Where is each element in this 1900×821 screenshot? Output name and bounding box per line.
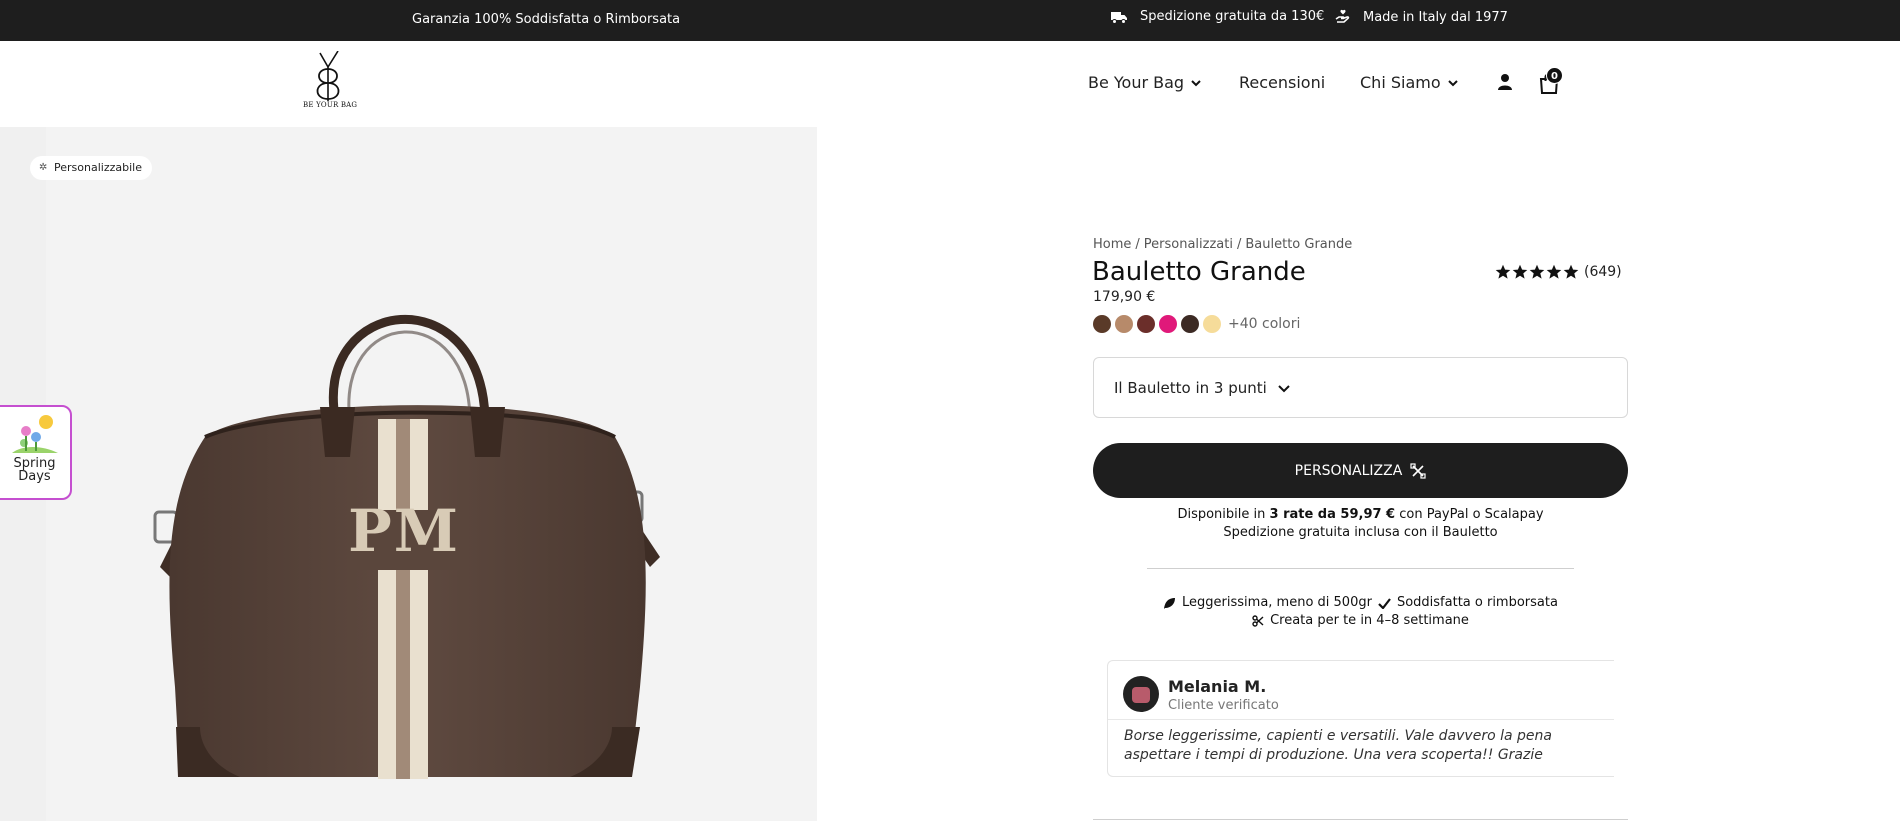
scissors-icon	[1252, 615, 1264, 627]
product-gallery[interactable]: ✲ Personalizzabile PM Spring Days	[0, 127, 817, 821]
color-swatch[interactable]	[1203, 315, 1221, 333]
breadcrumb-current: Bauletto Grande	[1245, 237, 1353, 252]
shipping-included: Spedizione gratuita inclusa con il Baule…	[1223, 525, 1498, 540]
review-separator	[1108, 719, 1614, 720]
breadcrumb-category[interactable]: Personalizzati	[1144, 237, 1233, 252]
tools-icon	[1410, 462, 1426, 479]
product-features: Leggerissima, meno di 500gr Soddisfatta …	[1093, 594, 1628, 630]
variant-select-value: Il Bauletto in 3 punti	[1114, 379, 1267, 397]
product-price: 179,90 €	[1093, 289, 1156, 305]
logo-text: BE YOUR BAG	[303, 101, 358, 109]
avatar	[1123, 676, 1159, 712]
feature-satisfaction: Soddisfatta o rimborsata	[1378, 594, 1558, 612]
rating-count: (649)	[1584, 264, 1622, 280]
reviewer-name: Melania M.	[1168, 677, 1267, 696]
shipping-notice: Spedizione gratuita da 130€	[1110, 9, 1324, 24]
breadcrumb-separator: /	[1236, 237, 1242, 252]
color-swatch[interactable]	[1137, 315, 1155, 333]
divider	[1147, 568, 1574, 569]
product-rating[interactable]: (649)	[1495, 264, 1622, 280]
color-swatch[interactable]	[1181, 315, 1199, 333]
hand-heart-icon	[1335, 9, 1350, 23]
feature-made-for-you-text: Creata per te in 4–8 settimane	[1270, 613, 1469, 628]
color-swatch[interactable]	[1159, 315, 1177, 333]
leaf-icon	[1164, 597, 1176, 609]
announcement-bar: Garanzia 100% Soddisfatta o Rimborsata S…	[0, 0, 1900, 41]
flowers-icon	[11, 415, 58, 453]
nav-recensioni-label: Recensioni	[1239, 73, 1326, 92]
review-card: Melania M. Cliente verificato Borse legg…	[1107, 660, 1614, 777]
nav-be-your-bag[interactable]: Be Your Bag	[1088, 73, 1202, 92]
breadcrumb-separator: /	[1135, 237, 1140, 252]
product-image	[153, 314, 660, 779]
star-icon	[1512, 264, 1528, 279]
truck-icon	[1111, 11, 1127, 24]
chevron-down-icon	[1447, 79, 1458, 86]
color-swatch[interactable]	[1115, 315, 1133, 333]
divider	[1093, 819, 1628, 820]
feature-satisfaction-text: Soddisfatta o rimborsata	[1396, 595, 1558, 610]
star-icon	[1563, 264, 1579, 279]
star-icon	[1495, 264, 1511, 279]
chevron-down-icon	[1278, 384, 1290, 392]
more-colors-link[interactable]: +40 colori	[1228, 316, 1300, 332]
review-text: Borse leggerissime, capienti e versatili…	[1124, 728, 1552, 763]
feature-lightweight-text: Leggerissima, meno di 500gr	[1182, 595, 1372, 610]
user-icon[interactable]	[1497, 73, 1513, 91]
spring-days-line2: Days	[18, 469, 51, 484]
color-swatch[interactable]	[1093, 315, 1111, 333]
guarantee-text: Garanzia 100% Soddisfatta o Rimborsata	[412, 12, 681, 27]
site-header: BE YOUR BAG Be Your Bag Recensioni Chi S…	[0, 41, 1900, 127]
installments-suffix: con PayPal o Scalapay	[1395, 507, 1544, 522]
star-icon	[1529, 264, 1545, 279]
installments-amount: 3 rate da 59,97 €	[1269, 507, 1396, 522]
made-in-italy-notice: Made in Italy dal 1977	[1335, 9, 1508, 25]
payment-info: Disponibile in 3 rate da 59,97 € con Pay…	[1093, 506, 1628, 542]
star-icon	[1546, 264, 1562, 279]
nav-chi-siamo[interactable]: Chi Siamo	[1360, 73, 1459, 92]
made-in-italy-text: Made in Italy dal 1977	[1363, 9, 1508, 25]
nav-chi-siamo-label: Chi Siamo	[1360, 73, 1441, 92]
installments-prefix: Disponibile in	[1177, 507, 1270, 522]
personalize-button[interactable]: PERSONALIZZA	[1093, 443, 1628, 498]
spring-days-promo[interactable]: Spring Days	[0, 405, 72, 500]
breadcrumb: Home / Personalizzati / Bauletto Grande	[1093, 237, 1352, 252]
breadcrumb-home[interactable]: Home	[1093, 237, 1131, 252]
color-swatches: +40 colori	[1093, 315, 1300, 333]
installments-line: Disponibile in 3 rate da 59,97 € con Pay…	[1093, 506, 1628, 524]
personalize-button-label: PERSONALIZZA	[1294, 462, 1403, 479]
nav-recensioni[interactable]: Recensioni	[1239, 73, 1325, 92]
shipping-text: Spedizione gratuita da 130€	[1140, 9, 1325, 24]
cart-count-badge: 0	[1546, 67, 1563, 84]
rating-stars	[1495, 264, 1579, 280]
variant-select[interactable]: Il Bauletto in 3 punti	[1093, 357, 1628, 418]
product-title: Bauletto Grande	[1092, 257, 1306, 287]
reviewer-status: Cliente verificato	[1168, 698, 1279, 713]
nav-be-your-bag-label: Be Your Bag	[1088, 73, 1185, 92]
product-monogram: PM	[348, 497, 460, 565]
check-icon	[1378, 597, 1391, 609]
feature-made-for-you: Creata per te in 4–8 settimane	[1252, 612, 1469, 630]
chevron-down-icon	[1191, 79, 1201, 86]
feature-lightweight: Leggerissima, meno di 500gr	[1163, 594, 1372, 612]
